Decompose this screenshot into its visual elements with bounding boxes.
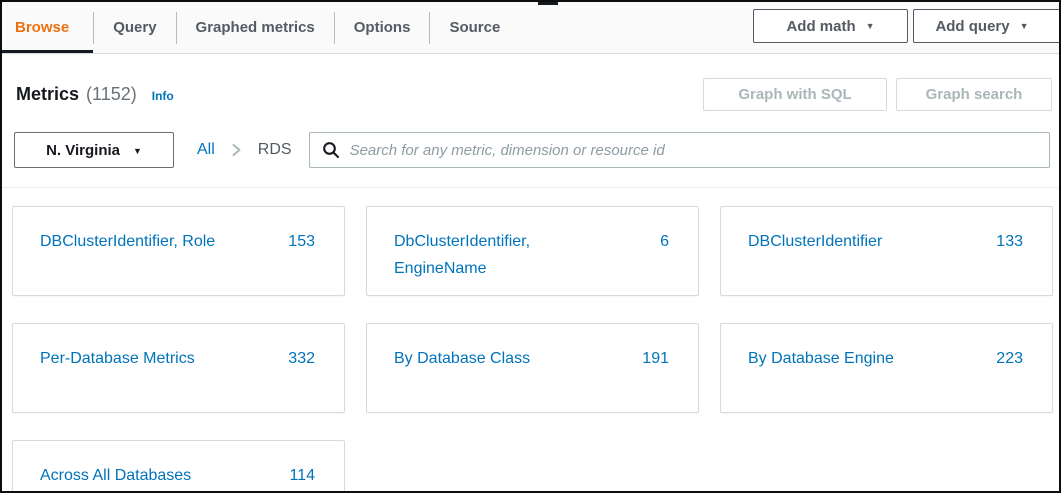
tab-source[interactable]: Source [430, 2, 519, 53]
card-label: Per-Database Metrics [40, 345, 195, 412]
tab-graphed-metrics-label: Graphed metrics [196, 19, 315, 36]
tab-browse[interactable]: Browse [2, 2, 93, 53]
tab-options-label: Options [354, 19, 411, 36]
section-divider [2, 187, 1059, 188]
breadcrumb-all-link[interactable]: All [197, 141, 215, 159]
card-count: 332 [288, 345, 315, 412]
chevron-down-icon: ▼ [133, 145, 142, 156]
metric-category-card[interactable]: DbClusterIdentifier, EngineName 6 [366, 206, 699, 296]
card-count: 153 [288, 228, 315, 295]
card-count: 133 [996, 228, 1023, 295]
cloudwatch-metrics-browser: Browse Query Graphed metrics Options Sou… [0, 0, 1061, 493]
tab-query-label: Query [113, 19, 156, 36]
tab-source-label: Source [449, 19, 500, 36]
metric-category-card[interactable]: Across All Databases 114 [12, 440, 345, 493]
metric-category-grid: DBClusterIdentifier, Role 153 DbClusterI… [12, 206, 1059, 493]
card-count: 6 [660, 228, 669, 295]
filter-row: N. Virginia ▼ All RDS [2, 132, 1059, 168]
graph-search-button[interactable]: Graph search [896, 78, 1052, 111]
card-count: 114 [289, 462, 315, 493]
card-count: 191 [642, 345, 669, 412]
tab-query[interactable]: Query [94, 2, 175, 53]
metric-category-card[interactable]: By Database Engine 223 [720, 323, 1053, 413]
card-label: DBClusterIdentifier, Role [40, 228, 215, 295]
card-label: Across All Databases [40, 462, 191, 493]
metric-category-card[interactable]: DBClusterIdentifier, Role 153 [12, 206, 345, 296]
graph-with-sql-button[interactable]: Graph with SQL [703, 78, 887, 111]
chevron-right-icon [230, 143, 243, 157]
card-label: By Database Engine [748, 345, 894, 412]
chevron-down-icon: ▼ [1020, 21, 1029, 31]
chevron-down-icon: ▼ [866, 21, 875, 31]
card-label: DbClusterIdentifier, EngineName [394, 228, 599, 295]
region-label: N. Virginia [46, 142, 120, 159]
card-label: By Database Class [394, 345, 530, 412]
breadcrumb-namespace: RDS [258, 141, 292, 159]
tab-options[interactable]: Options [335, 2, 430, 53]
metrics-header: Metrics (1152) Info Graph with SQL Graph… [2, 54, 1059, 112]
metric-search-box [309, 132, 1050, 168]
metric-category-card[interactable]: Per-Database Metrics 332 [12, 323, 345, 413]
search-icon [322, 141, 340, 159]
card-count: 223 [996, 345, 1023, 412]
metric-category-card[interactable]: By Database Class 191 [366, 323, 699, 413]
tab-browse-label: Browse [15, 19, 69, 36]
title-block: Metrics (1152) Info [16, 84, 174, 105]
info-link[interactable]: Info [152, 89, 174, 103]
metric-category-card[interactable]: DBClusterIdentifier 133 [720, 206, 1053, 296]
region-selector[interactable]: N. Virginia ▼ [14, 132, 174, 168]
metrics-count: (1152) [86, 84, 137, 105]
tab-bar: Browse Query Graphed metrics Options Sou… [2, 2, 1059, 54]
card-label: DBClusterIdentifier [748, 228, 882, 295]
add-math-button[interactable]: Add math ▼ [753, 9, 908, 43]
add-query-label: Add query [935, 18, 1009, 35]
tab-graphed-metrics[interactable]: Graphed metrics [177, 2, 334, 53]
cropped-element-fragment [538, 2, 558, 5]
add-math-label: Add math [786, 18, 855, 35]
add-query-button[interactable]: Add query ▼ [913, 9, 1061, 43]
metric-search-input[interactable] [350, 142, 1037, 159]
header-actions: Graph with SQL Graph search [703, 78, 1052, 111]
page-title: Metrics [16, 84, 79, 105]
